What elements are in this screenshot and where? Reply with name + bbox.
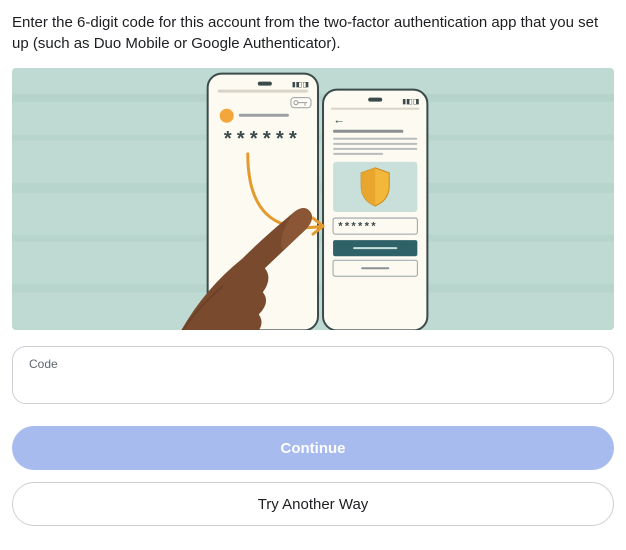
code-input-container[interactable]: Code (12, 346, 614, 404)
source-code-masked: ****** (222, 130, 300, 153)
2fa-illustration: ▮◧◨ ****** ▮◧◨ ← (12, 68, 614, 330)
svg-text:←: ← (333, 113, 345, 127)
code-input[interactable] (29, 373, 597, 395)
svg-text:▮◧◨: ▮◧◨ (292, 82, 309, 89)
code-input-label: Code (29, 357, 597, 371)
svg-text:▮◧◨: ▮◧◨ (402, 99, 419, 106)
try-another-way-button[interactable]: Try Another Way (12, 482, 614, 526)
instruction-text: Enter the 6-digit code for this account … (12, 12, 614, 54)
dest-code-masked: ****** (337, 222, 377, 234)
continue-button[interactable]: Continue (12, 426, 614, 470)
